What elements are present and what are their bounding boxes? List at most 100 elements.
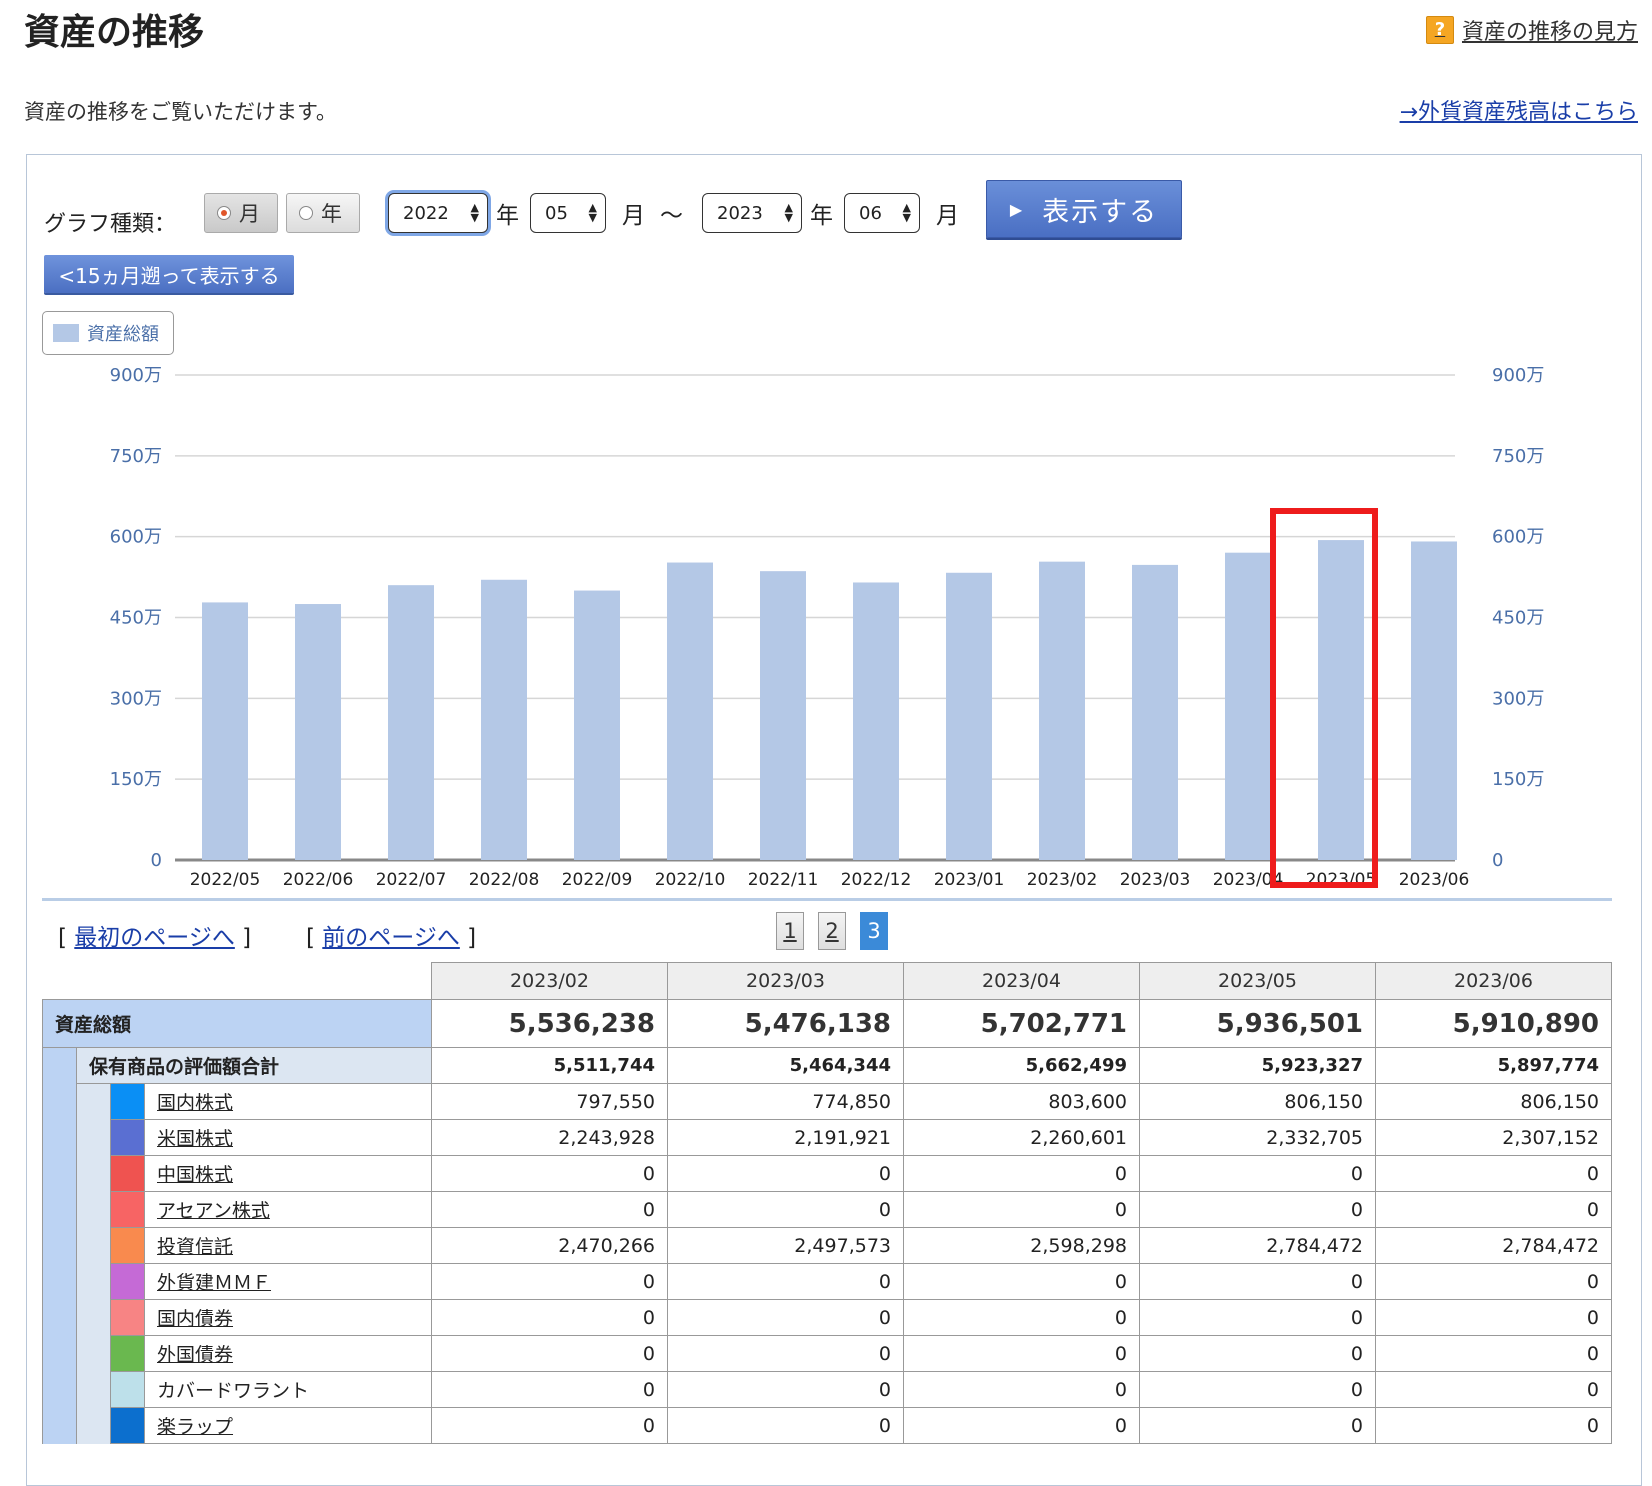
indent-cell — [42, 1299, 77, 1336]
item-link[interactable]: 投資信託 — [157, 1236, 233, 1258]
y-tick-label-left: 300万 — [110, 688, 162, 709]
total-value: 5,936,501 — [1139, 999, 1376, 1048]
item-value: 0 — [667, 1335, 904, 1372]
item-value: 0 — [903, 1263, 1140, 1300]
item-link[interactable]: 米国株式 — [157, 1128, 233, 1150]
item-value: 0 — [667, 1407, 904, 1444]
legend-swatch — [53, 324, 79, 342]
item-value: 2,307,152 — [1375, 1119, 1612, 1156]
item-value: 0 — [1139, 1371, 1376, 1408]
table-row: 国内株式 797,550 774,850 803,600 806,150 806,150 — [42, 1083, 1612, 1120]
indent-cell — [42, 1083, 77, 1120]
category-color-swatch — [110, 1083, 145, 1120]
prev-page-link[interactable]: 前のページへ — [322, 925, 460, 951]
column-header: 2023/06 — [1375, 962, 1612, 1000]
total-value: 5,702,771 — [903, 999, 1140, 1048]
item-value: 2,191,921 — [667, 1119, 904, 1156]
y-tick-label-left: 150万 — [110, 769, 162, 790]
bar-2022-06 — [295, 604, 341, 860]
subtotal-value: 5,923,327 — [1139, 1047, 1376, 1084]
item-label-cell: 米国株式 — [144, 1119, 432, 1156]
prev-page-nav: [ 前のページへ ] — [306, 925, 477, 951]
total-value: 5,536,238 — [431, 999, 668, 1048]
table-row: 外国債券 0 0 0 0 0 — [42, 1335, 1612, 1372]
bar-2023-03 — [1132, 564, 1178, 860]
fx-balance-link[interactable]: →外貨資産残高はこちら — [1400, 94, 1638, 126]
item-link[interactable]: 外貨建ＭＭＦ — [157, 1272, 271, 1294]
indent-cell — [76, 1407, 111, 1444]
radio-month-label: 月 — [239, 202, 260, 226]
item-label-cell: 外国債券 — [144, 1335, 432, 1372]
item-value: 797,550 — [431, 1083, 668, 1120]
column-header: 2023/04 — [903, 962, 1140, 1000]
x-tick-label: 2022/11 — [748, 870, 819, 890]
indent-cell — [42, 1119, 77, 1156]
y-tick-label-right: 750万 — [1492, 446, 1544, 467]
select-arrows-icon: ▲ ▼ — [588, 201, 597, 224]
item-value: 0 — [1139, 1263, 1376, 1300]
indent-cell — [76, 1155, 111, 1192]
radio-year-label: 年 — [321, 202, 342, 226]
category-color-swatch — [110, 1335, 145, 1372]
item-value: 0 — [431, 1299, 668, 1336]
item-label-cell: 国内株式 — [144, 1083, 432, 1120]
item-value: 0 — [431, 1407, 668, 1444]
item-value: 2,243,928 — [431, 1119, 668, 1156]
page-2-link[interactable]: 2 — [818, 912, 846, 950]
indent-cell — [76, 1299, 111, 1336]
x-tick-label: 2023/01 — [934, 870, 1005, 890]
start-month-select[interactable]: 05 ▲ ▼ — [530, 193, 606, 233]
indent-cell — [42, 1335, 77, 1372]
highlight-box — [1270, 508, 1378, 888]
asset-table: 2023/02 2023/03 2023/04 2023/05 2023/06 … — [42, 962, 1612, 1444]
item-link[interactable]: 楽ラップ — [157, 1416, 233, 1438]
item-value: 2,784,472 — [1375, 1227, 1612, 1264]
start-year-value: 2022 — [403, 202, 449, 224]
legend-label: 資産総額 — [87, 324, 159, 345]
total-value: 5,910,890 — [1375, 999, 1612, 1048]
play-icon: ▶ — [1009, 199, 1025, 219]
item-value: 0 — [1139, 1299, 1376, 1336]
year-unit: 年 — [496, 203, 519, 229]
item-link[interactable]: アセアン株式 — [157, 1200, 270, 1222]
help-link-label[interactable]: 資産の推移の見方 — [1462, 14, 1638, 46]
subtotal-value: 5,464,344 — [667, 1047, 904, 1084]
item-value: 0 — [1375, 1299, 1612, 1336]
item-link[interactable]: 国内株式 — [157, 1092, 233, 1114]
indent-cell — [42, 1191, 77, 1228]
indent-cell — [76, 1371, 111, 1408]
x-tick-label: 2022/05 — [190, 870, 261, 890]
indent-cell — [42, 1227, 77, 1264]
help-link[interactable]: ? 資産の推移の見方 — [1425, 14, 1638, 46]
indent-cell — [42, 1047, 77, 1084]
first-page-nav: [ 最初のページへ ] — [58, 925, 252, 951]
item-link[interactable]: 中国株式 — [157, 1164, 233, 1186]
y-tick-label-right: 300万 — [1492, 688, 1544, 709]
item-value: 0 — [1375, 1335, 1612, 1372]
bar-2023-01 — [946, 572, 992, 860]
radio-year[interactable]: 年 — [286, 193, 360, 233]
page-1-link[interactable]: 1 — [776, 912, 804, 950]
first-page-link[interactable]: 最初のページへ — [74, 925, 235, 951]
item-value: 0 — [431, 1155, 668, 1192]
category-color-swatch — [110, 1407, 145, 1444]
category-color-swatch — [110, 1371, 145, 1408]
show-button[interactable]: ▶ 表示する — [986, 180, 1182, 238]
item-value: 0 — [1139, 1335, 1376, 1372]
table-row: 投資信託 2,470,266 2,497,573 2,598,298 2,784,472… — [42, 1227, 1612, 1264]
item-link[interactable]: 国内債券 — [157, 1308, 233, 1330]
y-tick-label-left: 0 — [151, 850, 162, 871]
radio-month[interactable]: 月 — [204, 193, 278, 233]
end-year-select[interactable]: 2023 ▲ ▼ — [702, 193, 802, 233]
start-year-select[interactable]: 2022 ▲ ▼ — [388, 193, 488, 233]
item-value: 2,332,705 — [1139, 1119, 1376, 1156]
column-header: 2023/02 — [431, 962, 668, 1000]
back-15-months-button[interactable]: <15ヵ月遡って表示する — [44, 255, 294, 293]
item-label-cell: アセアン株式 — [144, 1191, 432, 1228]
item-link[interactable]: 外国債券 — [157, 1344, 233, 1366]
month-unit: 月 — [622, 203, 645, 229]
radio-dot — [299, 206, 313, 220]
end-month-select[interactable]: 06 ▲ ▼ — [844, 193, 920, 233]
item-value: 0 — [431, 1263, 668, 1300]
table-row: 中国株式 0 0 0 0 0 — [42, 1155, 1612, 1192]
